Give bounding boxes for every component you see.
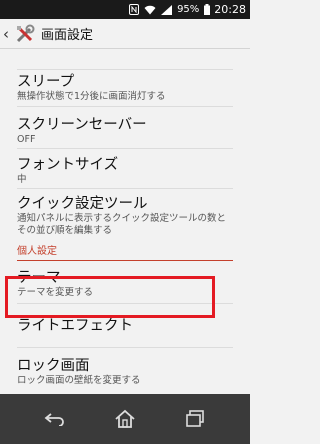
setting-quick-settings[interactable]: クイック設定ツール 通知パネルに表示するクイック設定ツールの数とその並び順を編集… [0,189,250,243]
setting-lock-screen[interactable]: ロック画面 ロック画面の壁紙を変更する [0,348,250,390]
setting-sleep[interactable]: スリープ 無操作状態で1分後に画面消灯する [0,70,250,107]
setting-screensaver-label: スクリーンセーバー [17,117,147,133]
nav-recents-icon[interactable] [175,401,215,437]
setting-quick-settings-label: クイック設定ツール [17,196,148,212]
signal-icon [161,4,173,15]
setting-theme-summary: テーマを変更する [17,287,94,298]
setting-font-size-summary: 中 [17,174,27,185]
battery-icon [204,4,211,15]
battery-percent: 95% [177,4,200,15]
nav-home-icon[interactable] [105,401,145,437]
setting-quick-settings-summary: 通知パネルに表示するクイック設定ツールの数とその並び順を編集する [17,213,227,236]
setting-sleep-summary: 無操作状態で1分後に画面消灯する [17,91,166,102]
nfc-icon [129,4,140,15]
settings-tools-icon[interactable] [15,24,35,44]
action-bar: ‹ 画面設定 [0,19,250,49]
page-title: 画面設定 [41,28,94,43]
setting-theme-label: テーマ [17,270,61,286]
navigation-bar [0,394,250,444]
status-bar: 95% 20:28 [0,0,250,19]
clock: 20:28 [214,3,246,16]
setting-font-size[interactable]: フォントサイズ 中 [0,149,250,189]
setting-light-effect[interactable]: ライトエフェクト [0,304,250,348]
setting-lock-screen-label: ロック画面 [17,358,90,374]
wifi-icon [144,5,156,15]
settings-list: スリープ 無操作状態で1分後に画面消灯する スクリーンセーバー OFF フォント… [0,50,250,390]
setting-sleep-label: スリープ [17,74,75,90]
setting-light-effect-label: ライトエフェクト [17,318,133,334]
nav-back-icon[interactable] [35,401,75,437]
setting-lock-screen-summary: ロック画面の壁紙を変更する [17,375,141,386]
back-icon[interactable]: ‹ [3,19,15,49]
setting-font-size-label: フォントサイズ [17,157,119,173]
setting-screensaver[interactable]: スクリーンセーバー OFF [0,107,250,149]
list-scroll-edge [17,50,233,70]
setting-screensaver-summary: OFF [17,134,36,145]
setting-theme[interactable]: テーマ テーマを変更する [0,261,250,304]
section-header-personal: 個人設定 [17,243,233,261]
